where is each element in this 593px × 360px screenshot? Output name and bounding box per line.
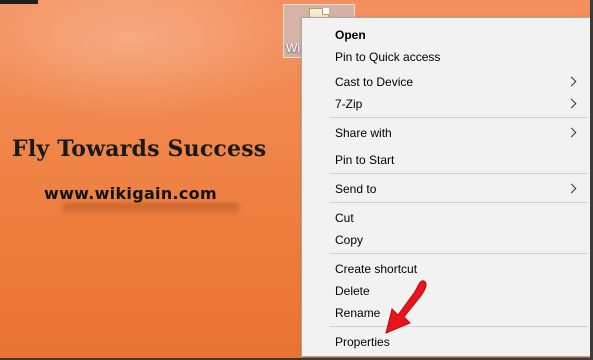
menu-item-cut[interactable]: Cut [302, 207, 590, 229]
menu-item-label: Pin to Quick access [335, 50, 441, 64]
menu-item-7zip[interactable]: 7-Zip [302, 93, 590, 115]
chevron-right-icon [566, 183, 577, 194]
red-arrow-icon [385, 280, 427, 334]
chevron-right-icon [566, 98, 577, 109]
menu-item-label: Pin to Start [335, 153, 395, 167]
chevron-right-icon [566, 76, 577, 87]
menu-separator [330, 326, 588, 327]
menu-item-copy[interactable]: Copy [302, 229, 590, 251]
menu-separator [330, 202, 588, 203]
chevron-right-icon [566, 127, 577, 138]
menu-item-rename[interactable]: Rename [302, 302, 590, 324]
desktop-background: Wi Fly Towards Success www.wikigain.com … [0, 0, 593, 360]
menu-separator [330, 117, 588, 118]
menu-item-label: 7-Zip [335, 97, 363, 111]
menu-item-label: Open [335, 28, 366, 42]
menu-item-label: Cast to Device [335, 75, 414, 89]
menu-item-properties[interactable]: Properties [302, 331, 590, 353]
website-text: www.wikigain.com [44, 184, 217, 203]
window-frame-corner [0, 0, 38, 4]
context-menu: Open Pin to Quick access Cast to Device … [301, 17, 591, 357]
menu-item-label: Send to [335, 182, 377, 196]
menu-item-label: Delete [335, 284, 370, 298]
menu-item-share-with[interactable]: Share with [302, 122, 590, 144]
menu-separator [330, 173, 588, 174]
menu-item-cast-to-device[interactable]: Cast to Device [302, 71, 590, 93]
headline-text: Fly Towards Success [12, 136, 267, 162]
menu-item-pin-quick-access[interactable]: Pin to Quick access [302, 46, 590, 68]
menu-item-label: Rename [335, 306, 381, 320]
menu-separator [330, 253, 588, 254]
menu-item-label: Copy [335, 233, 364, 247]
menu-item-label: Share with [335, 126, 392, 140]
menu-item-label: Cut [335, 211, 354, 225]
website-reflection [62, 203, 240, 217]
menu-item-pin-to-start[interactable]: Pin to Start [302, 149, 590, 171]
menu-item-open[interactable]: Open [302, 24, 590, 46]
menu-item-create-shortcut[interactable]: Create shortcut [302, 258, 590, 280]
menu-item-send-to[interactable]: Send to [302, 178, 590, 200]
menu-item-delete[interactable]: Delete [302, 280, 590, 302]
file-label: Wi [286, 41, 300, 55]
